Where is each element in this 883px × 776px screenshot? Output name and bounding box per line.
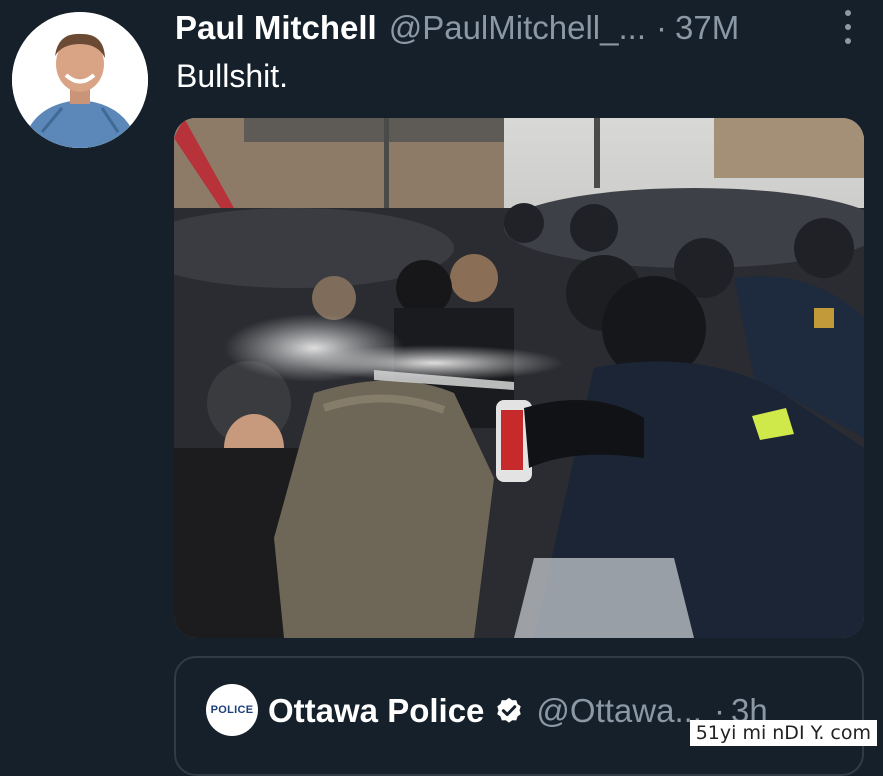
tweet-media-photo[interactable] bbox=[174, 118, 864, 638]
quoted-author-handle[interactable]: @Ottawa... bbox=[536, 692, 702, 730]
tweet-text: Bullshit. bbox=[176, 58, 289, 94]
more-dot bbox=[845, 10, 851, 16]
more-vertical-icon[interactable] bbox=[841, 10, 855, 44]
quoted-author-avatar[interactable]: POLICE bbox=[206, 684, 258, 736]
author-display-name[interactable]: Paul Mitchell bbox=[175, 9, 377, 47]
more-dot bbox=[845, 38, 851, 44]
more-dot bbox=[845, 24, 851, 30]
site-watermark: 51yi mi nDI Y. com bbox=[689, 720, 877, 746]
police-logo: POLICE bbox=[210, 704, 254, 716]
author-avatar[interactable] bbox=[12, 12, 148, 148]
header-separator: · bbox=[655, 9, 667, 46]
quoted-tweet-card[interactable]: POLICE Ottawa Police @Ottawa... · 3h bbox=[174, 656, 864, 776]
tweet-header: Paul Mitchell @PaulMitchell_... · 37M bbox=[175, 6, 853, 50]
quoted-author-display-name[interactable]: Ottawa Police bbox=[268, 692, 484, 730]
protest-photo bbox=[174, 118, 864, 638]
verified-badge-icon bbox=[497, 697, 522, 723]
author-handle[interactable]: @PaulMitchell_... bbox=[389, 9, 646, 47]
profile-photo bbox=[12, 12, 148, 148]
tweet-timestamp[interactable]: 37M bbox=[675, 9, 739, 47]
